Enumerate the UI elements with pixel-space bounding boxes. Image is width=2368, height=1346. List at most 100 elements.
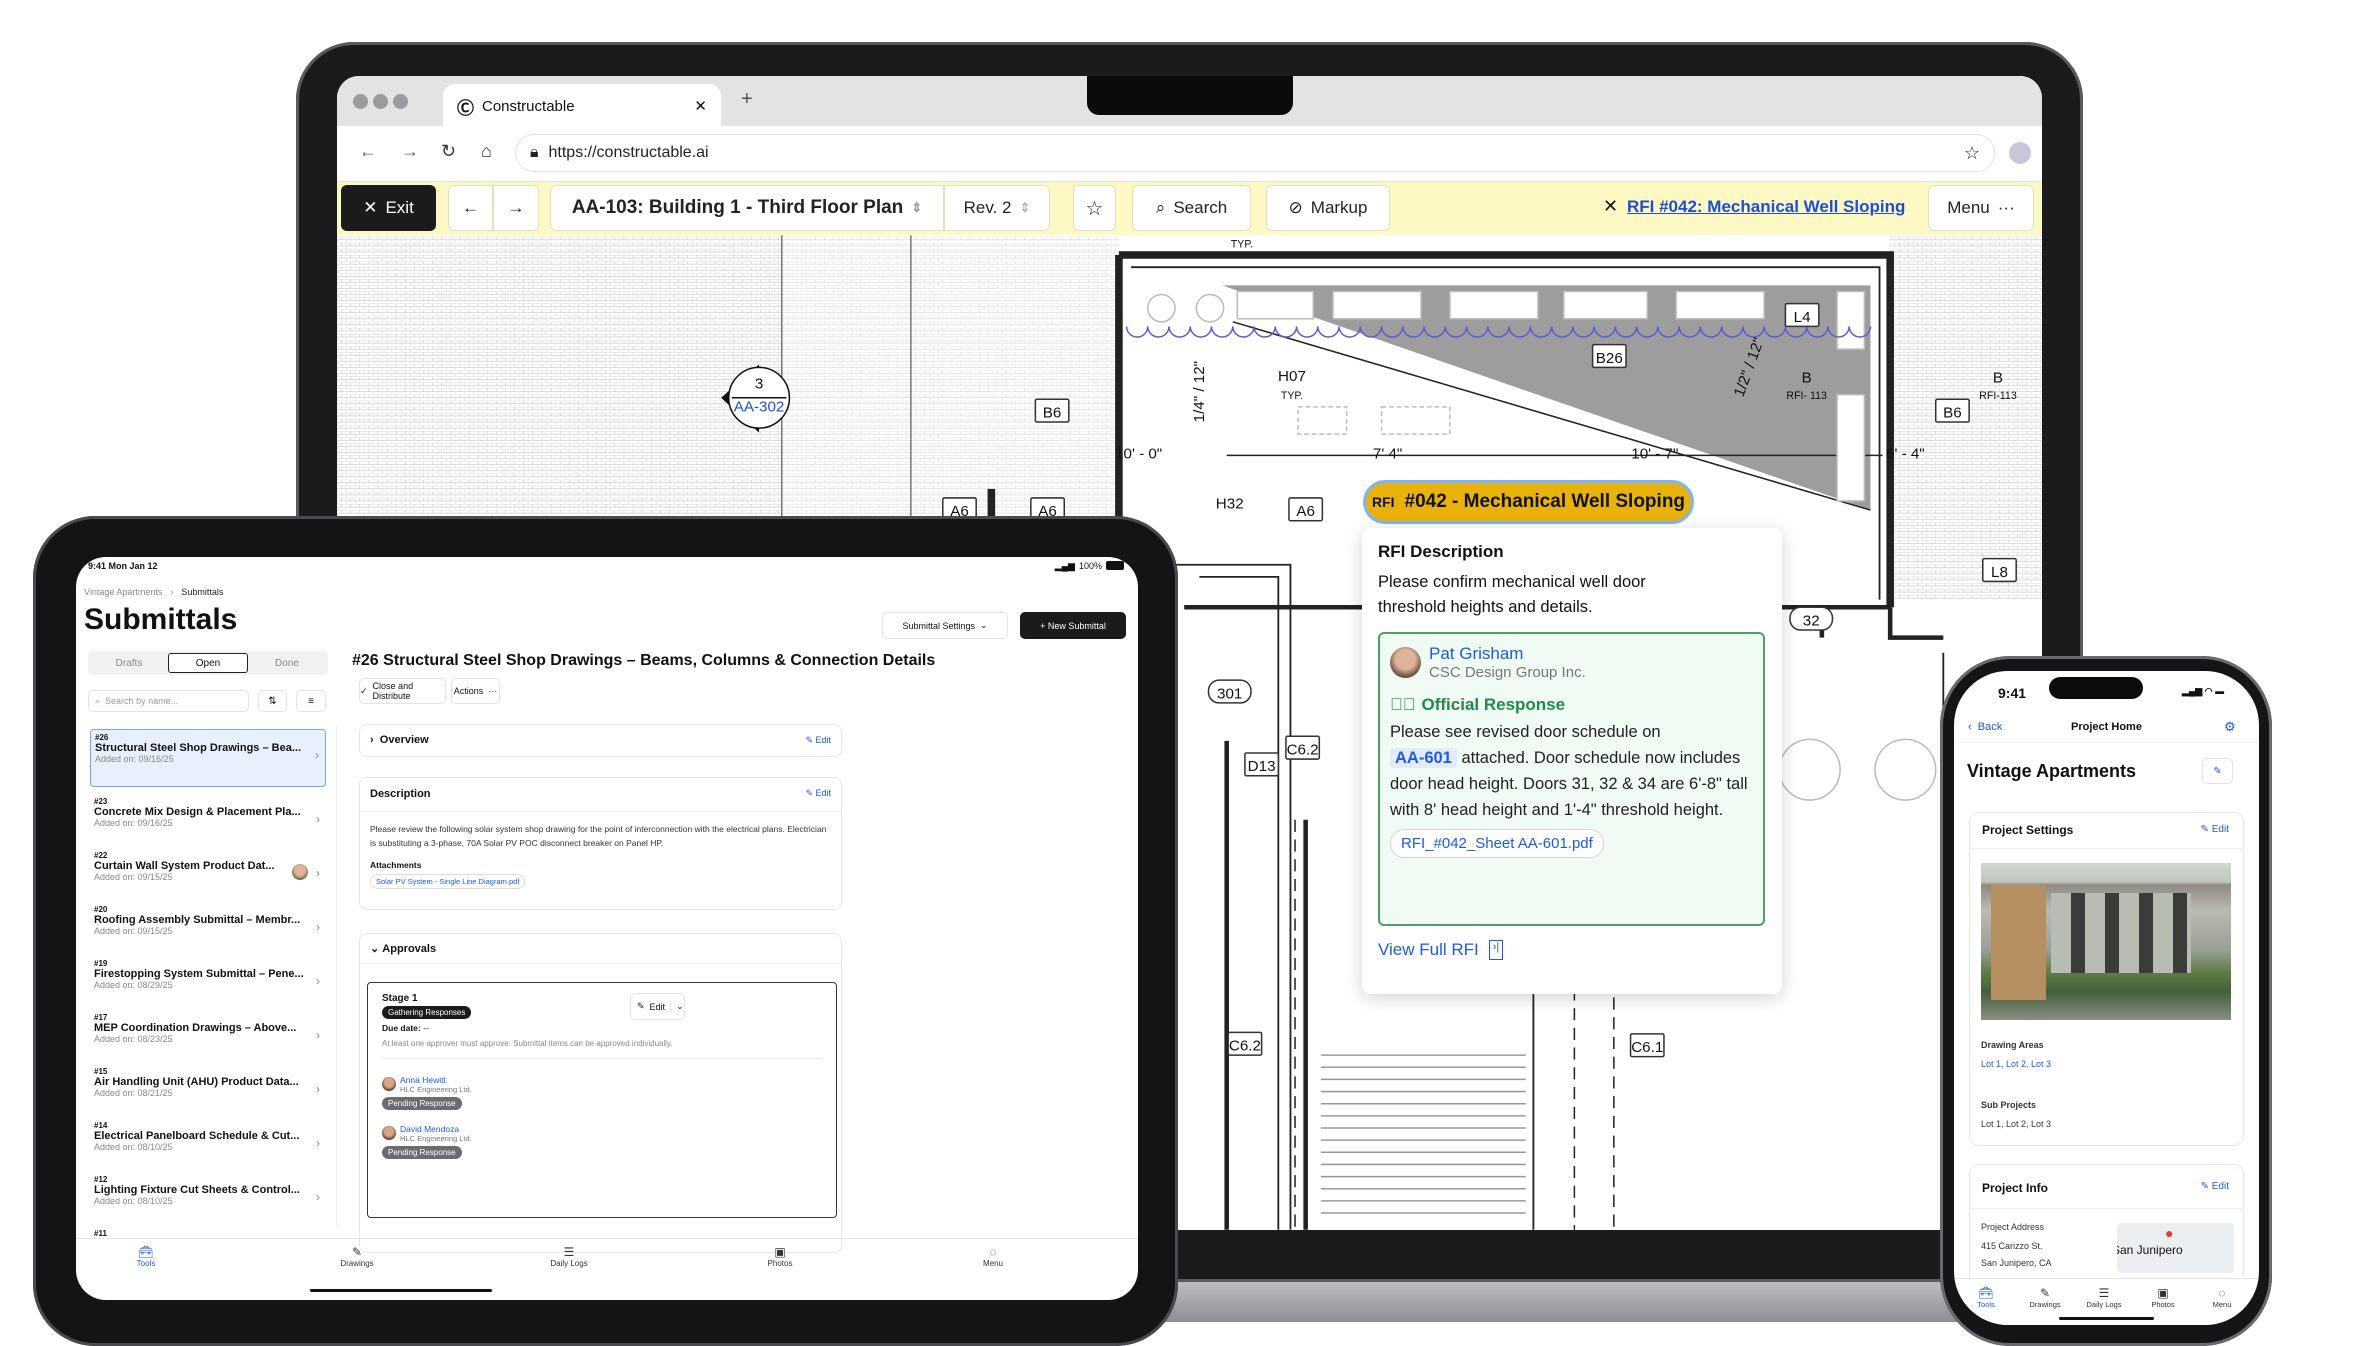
drawing-tag-c61: C6.1	[1631, 1039, 1663, 1056]
tab-photos[interactable]: ▣Photos	[2133, 1286, 2193, 1309]
filter-button[interactable]: ≡	[296, 690, 326, 712]
tab-daily-logs[interactable]: ☰Daily Logs	[529, 1245, 609, 1268]
back-button[interactable]: ‹ Back	[1968, 721, 2002, 733]
responder-name[interactable]: Pat Grisham	[1429, 644, 1586, 664]
menu-icon: ◌	[953, 1245, 1033, 1259]
constructable-logo-icon: Ⓒ	[457, 94, 474, 119]
submittal-list-item[interactable]: #15Air Handling Unit (AHU) Product Data.…	[90, 1064, 326, 1118]
callout-number: 3	[755, 376, 763, 393]
search-button[interactable]: ⌕Search	[1132, 185, 1251, 231]
edit-settings-button[interactable]: ✎ Edit	[2201, 824, 2229, 835]
url-bar[interactable]: 🔒︎ https://constructable.ai ☆	[515, 134, 1995, 172]
tab-drawings[interactable]: ✎Drawings	[317, 1245, 397, 1268]
profile-avatar[interactable]	[2009, 142, 2031, 164]
item-title: MEP Coordination Drawings – Above...	[94, 1022, 306, 1034]
reload-icon[interactable]: ↻	[441, 141, 456, 162]
stage-edit-button[interactable]: ✎ Edit⌄	[630, 993, 685, 1020]
prev-sheet-button[interactable]: ←	[448, 185, 493, 231]
tab-label: Drawings	[317, 1259, 397, 1268]
segment-done[interactable]: Done	[248, 653, 326, 673]
battery-percent: 100%	[1079, 561, 1102, 572]
rfi-description: Please confirm mechanical well door thre…	[1378, 570, 1708, 620]
approver-name[interactable]: David Mendoza	[400, 1124, 472, 1134]
tab-photos[interactable]: ▣Photos	[740, 1245, 820, 1268]
next-sheet-button[interactable]: →	[493, 185, 539, 231]
approval-status-badge: Pending Response	[382, 1097, 462, 1110]
chevron-right-icon: ›	[370, 734, 380, 746]
window-close-dot[interactable]	[353, 94, 368, 109]
tab-tools[interactable]: 🧰︎Tools	[1956, 1286, 2016, 1309]
actions-button[interactable]: Actions···	[451, 678, 500, 704]
submittal-list-item[interactable]: #26Structural Steel Shop Drawings – Bea.…	[90, 729, 326, 787]
submittal-list-item[interactable]: #20Roofing Assembly Submittal – Membr...…	[90, 902, 326, 956]
close-distribute-button[interactable]: ✓Close and Distribute	[359, 678, 446, 704]
callout-sheet[interactable]: AA-302	[734, 398, 785, 415]
chevron-right-icon: ›	[170, 587, 173, 597]
tab-tools[interactable]: 🧰︎Tools	[106, 1245, 186, 1268]
rfi-link[interactable]: RFI #042: Mechanical Well Sloping	[1627, 197, 1905, 217]
submittal-list-item[interactable]: #22Curtain Wall System Product Dat...Add…	[90, 848, 326, 902]
window-zoom-dot[interactable]	[393, 94, 408, 109]
sheet-reference-link[interactable]: AA-601	[1390, 748, 1457, 768]
new-submittal-button[interactable]: + New Submittal	[1020, 612, 1126, 639]
approver-name[interactable]: Anna Hewitt	[400, 1075, 472, 1085]
revision-select[interactable]: Rev. 2⇕	[944, 185, 1050, 231]
submittal-list-item[interactable]: #17MEP Coordination Drawings – Above...A…	[90, 1010, 326, 1064]
markup-button[interactable]: ⊘Markup	[1266, 185, 1390, 231]
response-attachment[interactable]: RFI_#042_Sheet AA-601.pdf	[1390, 829, 1604, 858]
drawing-tag-b26: B26	[1596, 350, 1623, 367]
submittal-list-item[interactable]: #12Lighting Fixture Cut Sheets & Control…	[90, 1172, 326, 1226]
edit-overview-button[interactable]: ✎ Edit	[805, 735, 831, 746]
item-date: Added on: 08/21/25	[94, 1088, 322, 1098]
drawing-tag-d32: 32	[1803, 612, 1820, 629]
submittal-list-item[interactable]: #14Electrical Panelboard Schedule & Cut.…	[90, 1118, 326, 1172]
forward-icon[interactable]: →	[401, 141, 419, 162]
close-rfi-icon[interactable]: ✕	[1603, 196, 1618, 217]
submittal-list-item[interactable]: #19Firestopping System Submittal – Pene.…	[90, 956, 326, 1010]
close-distribute-label: Close and Distribute	[373, 681, 445, 701]
battery-icon	[1106, 561, 1124, 570]
menu-button[interactable]: Menu···	[1928, 185, 2034, 231]
drawing-tag-typ1: TYP.	[1281, 390, 1303, 402]
edit-project-button[interactable]: ✎	[2202, 758, 2233, 784]
chevron-right-icon: ›	[316, 1082, 320, 1096]
item-date: Added on: 09/16/25	[94, 818, 322, 828]
view-full-rfi-link[interactable]: View Full RFI›|	[1378, 940, 1766, 960]
tab-drawings[interactable]: ✎Drawings	[2015, 1286, 2075, 1309]
item-title: Structural Steel Shop Drawings – Bea...	[95, 742, 307, 754]
home-icon[interactable]: ⌂	[481, 141, 492, 162]
exit-button[interactable]: ✕Exit	[341, 185, 436, 231]
browser-tab[interactable]: Ⓒ Constructable ✕	[443, 84, 721, 128]
tab-label: Drawings	[2015, 1300, 2075, 1309]
breadcrumb-project[interactable]: Vintage Apartments	[84, 587, 162, 597]
attachment-link[interactable]: Solar PV System - Single Line Diagram.pd…	[370, 874, 525, 889]
edit-description-button[interactable]: ✎ Edit	[805, 788, 831, 799]
bookmark-star-icon[interactable]: ☆	[1964, 143, 1980, 164]
sheet-select[interactable]: AA-103: Building 1 - Third Floor Plan⇕	[550, 185, 944, 231]
search-input[interactable]: ⌕Search by name...	[88, 690, 249, 712]
sort-button[interactable]: ⇅	[258, 690, 287, 712]
overview-section[interactable]: › Overview ✎ Edit	[359, 724, 842, 757]
chevron-right-icon: ›	[316, 1190, 320, 1204]
segment-open[interactable]: Open	[168, 653, 248, 673]
back-icon[interactable]: ←	[359, 141, 377, 162]
submittal-list-item[interactable]: #23Concrete Mix Design & Placement Pla..…	[90, 794, 326, 848]
chevron-down-icon[interactable]: ⌄	[670, 1001, 689, 1012]
chevron-right-icon: ›	[316, 1028, 320, 1042]
drawing-areas-links[interactable]: Lot 1, Lot 2, Lot 3	[1981, 1059, 2051, 1069]
tab-daily-logs[interactable]: ☰Daily Logs	[2074, 1286, 2134, 1309]
tab-menu[interactable]: ◌Menu	[2192, 1286, 2252, 1309]
rfi-pin[interactable]: RFI #042 - Mechanical Well Sloping	[1363, 480, 1694, 524]
submittal-settings-button[interactable]: Submittal Settings⌄	[882, 612, 1008, 639]
segment-drafts[interactable]: Drafts	[90, 653, 168, 673]
drawing-tag-bb: B	[1993, 370, 2003, 387]
edit-info-button[interactable]: ✎ Edit	[2201, 1181, 2229, 1192]
favorite-button[interactable]: ☆	[1073, 185, 1116, 231]
signal-icon: ▂▄▆	[1055, 561, 1075, 572]
close-tab-icon[interactable]: ✕	[694, 97, 707, 115]
new-tab-icon[interactable]: +	[741, 88, 753, 111]
settings-gear-icon[interactable]: ⚙	[2224, 719, 2236, 735]
window-minimize-dot[interactable]	[373, 94, 388, 109]
map-thumbnail[interactable]: San Junipero ●	[2117, 1223, 2234, 1273]
tab-menu[interactable]: ◌Menu	[953, 1245, 1033, 1268]
